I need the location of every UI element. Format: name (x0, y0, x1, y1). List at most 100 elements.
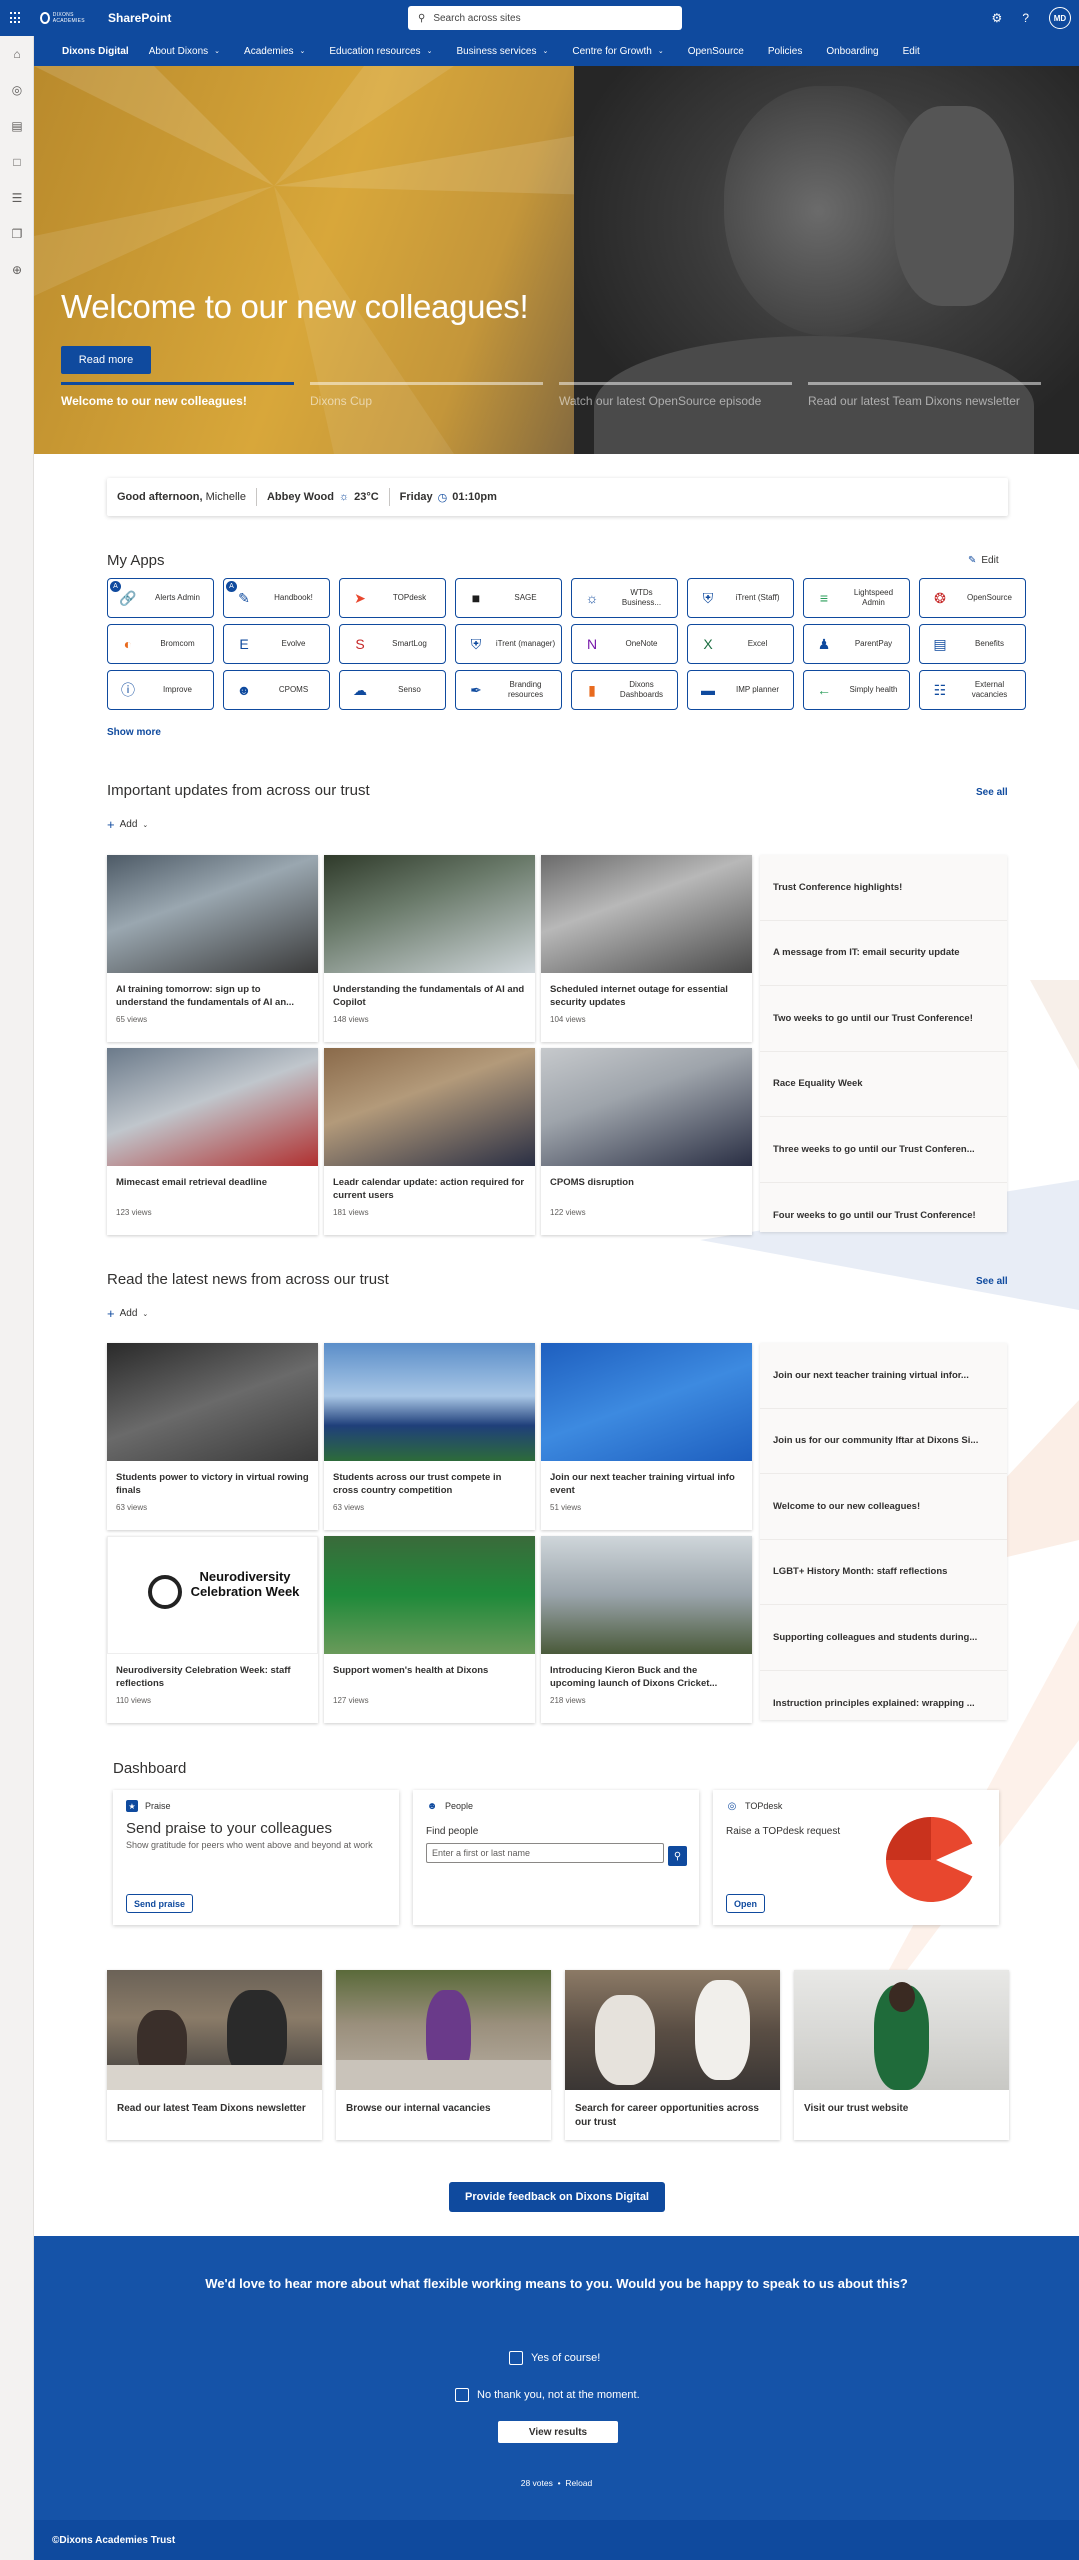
pages-icon[interactable]: ❐ (0, 216, 34, 252)
app-tile-cpoms[interactable]: ☻ CPOMS (223, 670, 330, 710)
create-icon[interactable]: ⊕ (0, 252, 34, 288)
app-tile-benefits[interactable]: ▤ Benefits (919, 624, 1026, 664)
app-tile-wtds-business[interactable]: ☼ WTDs Business... (571, 578, 678, 618)
edit-apps-button[interactable]: ✎ Edit (968, 555, 999, 566)
people-search-input[interactable]: Enter a first or last name (426, 1843, 664, 1863)
app-tile-external-vacancies[interactable]: ☷ External vacancies (919, 670, 1026, 710)
poll-option-no[interactable]: No thank you, not at the moment. (455, 2388, 640, 2402)
hero-tab-4[interactable]: Read our latest Team Dixons newsletter (808, 382, 1041, 409)
app-tile-parentpay[interactable]: ♟ ParentPay (803, 624, 910, 664)
news-see-all-link[interactable]: See all (976, 1276, 1008, 1287)
nav-item-opensource[interactable]: OpenSource (688, 46, 744, 57)
temperature: 23°C (354, 491, 379, 503)
updates-list-item[interactable]: Trust Conference highlights! (760, 855, 1007, 921)
nav-item-onboarding[interactable]: Onboarding (826, 46, 878, 57)
news-card[interactable]: Support women's health at Dixons 127 view… (324, 1536, 535, 1723)
app-tile-smartlog[interactable]: S SmartLog (339, 624, 446, 664)
files-icon[interactable]: □ (0, 144, 34, 180)
news-card[interactable]: Introducing Kieron Buck and the upcoming… (541, 1536, 752, 1723)
app-launcher-icon[interactable] (0, 0, 32, 36)
nav-item-academies[interactable]: Academies ⌄ (244, 46, 305, 57)
provide-feedback-button[interactable]: Provide feedback on Dixons Digital (449, 2182, 665, 2212)
hero-tab-3[interactable]: Watch our latest OpenSource episode (559, 382, 792, 409)
view-results-button[interactable]: View results (498, 2421, 618, 2443)
updates-list-item[interactable]: A message from IT: email security update (760, 921, 1007, 986)
app-tile-simply-health[interactable]: ← Simply health (803, 670, 910, 710)
search-input[interactable]: ⚲ Search across sites (408, 6, 682, 30)
link-card-vacancies[interactable]: Browse our internal vacancies (336, 1970, 551, 2140)
news-card[interactable]: Students power to victory in virtual row… (107, 1343, 318, 1530)
app-tile-sage[interactable]: ■ SAGE (455, 578, 562, 618)
show-more-link[interactable]: Show more (107, 727, 161, 738)
poll-option-yes[interactable]: Yes of course! (509, 2351, 600, 2365)
settings-gear-icon[interactable]: ⚙ (992, 11, 1003, 25)
updates-list-item[interactable]: Race Equality Week (760, 1052, 1007, 1117)
link-card-title: Browse our internal vacancies (346, 2103, 491, 2114)
app-tile-handbook[interactable]: ✎ Handbook! A (223, 578, 330, 618)
app-tile-excel[interactable]: X Excel (687, 624, 794, 664)
app-tile-topdesk[interactable]: ➤ TOPdesk (339, 578, 446, 618)
dixons-logo[interactable]: DIXONS ACADEMIES (40, 8, 92, 28)
poll-reload-link[interactable]: Reload (565, 2478, 592, 2488)
news-icon[interactable]: ▤ (0, 108, 34, 144)
link-card-newsletter[interactable]: Read our latest Team Dixons newsletter (107, 1970, 322, 2140)
home-icon[interactable]: ⌂ (0, 36, 34, 72)
nav-item-policies[interactable]: Policies (768, 46, 802, 57)
updates-list-item[interactable]: Four weeks to go until our Trust Confere… (760, 1183, 1007, 1249)
hero-tab-1[interactable]: Welcome to our new colleagues! (61, 382, 294, 409)
nav-item-business-services[interactable]: Business services ⌄ (456, 46, 548, 57)
news-list-item[interactable]: Supporting colleagues and students durin… (760, 1605, 1007, 1671)
news-card[interactable]: Students across our trust compete in cro… (324, 1343, 535, 1530)
updates-add-button[interactable]: + Add ⌄ (107, 817, 148, 832)
people-search-button[interactable]: ⚲ (668, 1846, 687, 1866)
help-icon[interactable]: ? (1022, 11, 1029, 25)
globe-icon[interactable]: ◎ (0, 72, 34, 108)
news-list-item[interactable]: LGBT+ History Month: staff reflections (760, 1540, 1007, 1605)
news-list-item[interactable]: Join us for our community Iftar at Dixon… (760, 1409, 1007, 1474)
update-card[interactable]: Understanding the fundamentals of AI and… (324, 855, 535, 1042)
lists-icon[interactable]: ☰ (0, 180, 34, 216)
app-tile-onenote[interactable]: N OneNote (571, 624, 678, 664)
news-list-item[interactable]: Join our next teacher training virtual i… (760, 1343, 1007, 1409)
news-list-item[interactable]: Welcome to our new colleagues! (760, 1474, 1007, 1540)
app-tile-itrent-staff[interactable]: ⛨ iTrent (Staff) (687, 578, 794, 618)
app-tile-improve[interactable]: ⓘ Improve (107, 670, 214, 710)
app-tile-evolve[interactable]: E Evolve (223, 624, 330, 664)
updates-see-all-link[interactable]: See all (976, 787, 1008, 798)
checkbox-icon (509, 2351, 523, 2365)
hub-site-name[interactable]: Dixons Digital (62, 46, 129, 57)
update-card[interactable]: AI training tomorrow: sign up to underst… (107, 855, 318, 1042)
nav-item-about[interactable]: About Dixons ⌄ (149, 46, 220, 57)
app-tile-imp-planner[interactable]: ▬ IMP planner (687, 670, 794, 710)
news-card[interactable]: Join our next teacher training virtual i… (541, 1343, 752, 1530)
nav-edit-link[interactable]: Edit (903, 46, 920, 57)
link-card-careers[interactable]: Search for career opportunities across o… (565, 1970, 780, 2140)
link-card-website[interactable]: Visit our trust website (794, 1970, 1009, 2140)
app-tile-bromcom[interactable]: ◐ Bromcom (107, 624, 214, 664)
update-card[interactable]: Mimecast email retrieval deadline 123 vie… (107, 1048, 318, 1235)
topdesk-open-button[interactable]: Open (726, 1894, 766, 1913)
app-tile-opensource[interactable]: ❂ OpenSource (919, 578, 1026, 618)
updates-list-item[interactable]: Three weeks to go until our Trust Confer… (760, 1117, 1007, 1183)
updates-list-item[interactable]: Two weeks to go until our Trust Conferen… (760, 986, 1007, 1052)
update-card[interactable]: CPOMS disruption 122 views (541, 1048, 752, 1235)
app-tile-lightspeed-admin[interactable]: ≡ Lightspeed Admin (803, 578, 910, 618)
avatar[interactable]: MD (1049, 7, 1071, 29)
app-tile-branding-resources[interactable]: ✒ Branding resources (455, 670, 562, 710)
nav-item-centre-for-growth[interactable]: Centre for Growth ⌄ (572, 46, 663, 57)
update-card[interactable]: Scheduled internet outage for essential … (541, 855, 752, 1042)
news-add-button[interactable]: + Add ⌄ (107, 1306, 148, 1321)
sharepoint-title[interactable]: SharePoint (108, 11, 171, 25)
send-praise-button[interactable]: Send praise (126, 1894, 194, 1913)
nav-item-education-resources[interactable]: Education resources ⌄ (329, 46, 432, 57)
news-list-item[interactable]: Instruction principles explained: wrappi… (760, 1671, 1007, 1737)
news-card[interactable]: Neurodiversity Celebration Week Neurodive… (107, 1536, 318, 1723)
app-tile-senso[interactable]: ☁ Senso (339, 670, 446, 710)
update-card[interactable]: Leadr calendar update: action required f… (324, 1048, 535, 1235)
app-tile-label: TOPdesk (392, 593, 427, 602)
hero-tab-2[interactable]: Dixons Cup (310, 382, 543, 409)
read-more-button[interactable]: Read more (61, 346, 151, 374)
app-tile-itrent-manager[interactable]: ⛨ iTrent (manager) (455, 624, 562, 664)
app-tile-dixons-dashboards[interactable]: ▮ Dixons Dashboards (571, 670, 678, 710)
app-tile-alerts-admin[interactable]: 🔗 Alerts Admin A (107, 578, 214, 618)
